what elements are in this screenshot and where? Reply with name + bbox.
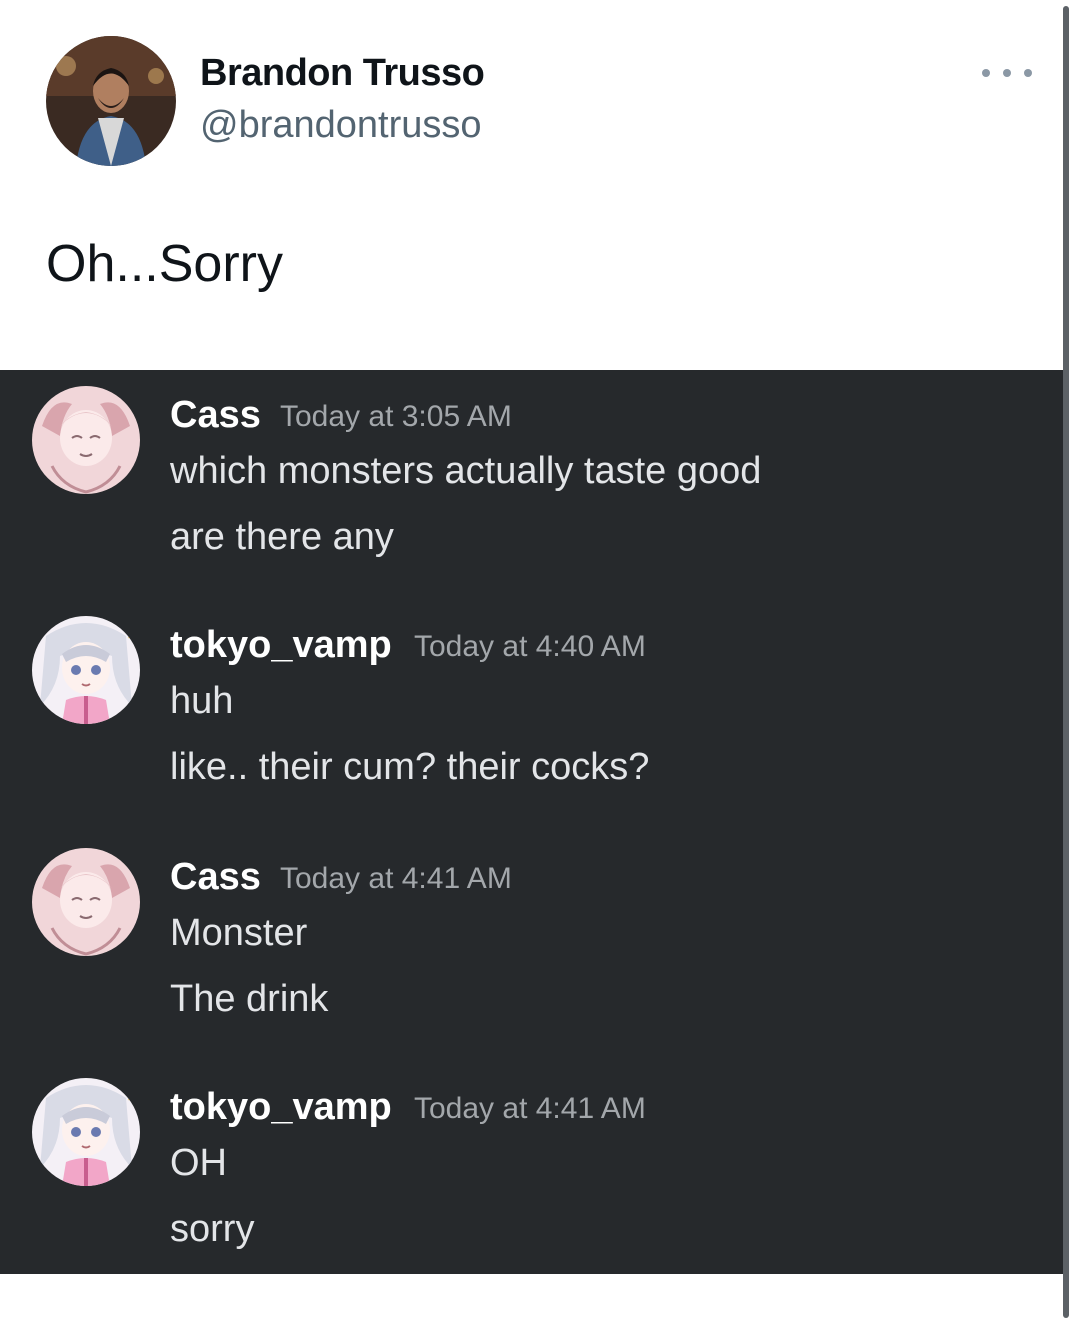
username: tokyo_vamp — [170, 624, 392, 666]
message-text: which monsters actually taste good — [170, 450, 762, 492]
message-text: are there any — [170, 516, 394, 558]
username: tokyo_vamp — [170, 1086, 392, 1128]
more-options-icon[interactable] — [982, 58, 1032, 88]
username: Cass — [170, 856, 261, 898]
author-handle[interactable]: @brandontrusso — [200, 104, 482, 147]
cass-avatar-image — [32, 386, 140, 494]
tweet-text: Oh...Sorry — [46, 235, 283, 293]
avatar — [32, 386, 140, 494]
timestamp: Today at 4:41 AM — [414, 1092, 646, 1125]
message-text: sorry — [170, 1208, 255, 1250]
timestamp: Today at 4:41 AM — [280, 862, 512, 895]
timestamp: Today at 4:40 AM — [414, 630, 646, 663]
message-text: huh — [170, 680, 234, 722]
avatar[interactable] — [46, 36, 176, 166]
tweet-card: Brandon Trusso @brandontrusso Oh...Sorry — [0, 0, 1080, 370]
message-text: Monster — [170, 912, 308, 954]
message-text: like.. their cum? their cocks? — [170, 746, 650, 788]
timestamp: Today at 3:05 AM — [280, 400, 512, 433]
tokyo-vamp-avatar-image — [32, 1078, 140, 1186]
username: Cass — [170, 394, 261, 436]
message-text: OH — [170, 1142, 227, 1184]
avatar — [32, 848, 140, 956]
bottom-whitespace — [0, 1274, 1080, 1324]
scrollbar[interactable] — [1063, 6, 1069, 1318]
author-avatar-image — [46, 36, 176, 166]
author-name[interactable]: Brandon Trusso — [200, 52, 485, 95]
message-text: The drink — [170, 978, 329, 1020]
discord-screenshot: Cass Today at 3:05 AM which monsters act… — [0, 370, 1064, 1274]
tokyo-vamp-avatar-image — [32, 616, 140, 724]
avatar — [32, 616, 140, 724]
avatar — [32, 1078, 140, 1186]
cass-avatar-image — [32, 848, 140, 956]
